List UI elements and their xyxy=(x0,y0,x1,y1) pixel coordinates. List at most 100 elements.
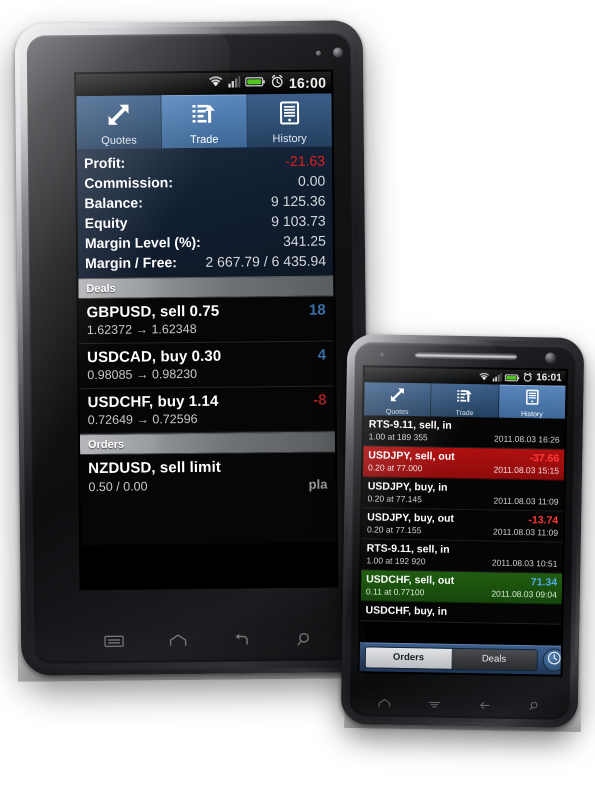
deals-section-header: Deals xyxy=(78,275,334,300)
history-time: 2011.08.03 11:09 xyxy=(493,495,559,507)
phone-tab-bar[interactable]: Quotes Trade History xyxy=(364,382,566,419)
battery-icon xyxy=(244,74,265,92)
list-item[interactable]: RTS-9.11, sell, in 1.00 at 192 920 2011.… xyxy=(361,539,563,574)
list-item[interactable]: USDJPY, sell, out -37.66 0.20 at 77.000 … xyxy=(362,446,565,481)
account-key: Balance: xyxy=(84,194,143,212)
list-item[interactable]: RTS-9.11, sell, in 1.00 at 189 355 2011.… xyxy=(363,415,565,450)
trade-list-arrow-icon xyxy=(456,387,474,410)
front-camera-icon xyxy=(315,50,321,56)
tab-history[interactable]: History xyxy=(247,93,332,148)
segment-orders[interactable]: Orders xyxy=(365,646,452,669)
tablet-nav-bar[interactable] xyxy=(82,624,337,661)
quotes-arrows-icon xyxy=(105,101,133,134)
signal-icon xyxy=(227,74,241,92)
deal-symbol: USDCAD, buy 0.30 xyxy=(87,347,222,367)
segment-deals[interactable]: Deals xyxy=(451,648,537,670)
history-time: 2011.08.03 11:09 xyxy=(492,526,559,538)
list-item[interactable]: USDJPY, buy, in 0.20 at 77.145 2011.08.0… xyxy=(362,477,564,512)
alarm-icon xyxy=(270,74,284,93)
list-item[interactable]: USDCHF, sell, out 71.34 0.11 at 0.77100 … xyxy=(360,570,563,605)
history-detail: 0.11 at 0.77100 xyxy=(365,586,425,598)
account-key: Equity xyxy=(84,214,128,232)
orders-section-label: Orders xyxy=(87,438,125,451)
tab-history[interactable]: History xyxy=(498,384,566,419)
orders-deals-segmented-control[interactable]: Orders Deals xyxy=(364,645,538,671)
history-detail: 0.20 at 77.145 xyxy=(367,493,422,505)
proximity-sensor-icon xyxy=(332,47,343,58)
account-row: Profit: -21.63 xyxy=(84,151,325,174)
search-icon[interactable] xyxy=(527,699,542,717)
tab-quotes[interactable]: Quotes xyxy=(364,382,432,417)
tab-quotes-label: Quotes xyxy=(385,408,409,417)
account-key: Margin / Free: xyxy=(85,254,177,272)
history-time: 2011.08.03 10:51 xyxy=(491,557,558,569)
history-symbol: USDCHF, buy, in xyxy=(365,604,448,618)
history-symbol: RTS-9.11, sell, in xyxy=(368,418,452,432)
order-prices: 0.50 / 0.00 xyxy=(88,479,148,495)
account-value: 9 103.73 xyxy=(271,212,326,230)
history-detail: 0.20 at 77.155 xyxy=(366,524,422,536)
phone-nav-bar[interactable] xyxy=(359,693,560,721)
back-icon[interactable] xyxy=(477,698,492,716)
phone-screen: 16:01 Quotes Trade History RTS-9.11, sel… xyxy=(359,367,566,675)
tab-trade[interactable]: Trade xyxy=(431,383,500,418)
tab-trade-label: Trade xyxy=(190,133,219,147)
home-icon[interactable] xyxy=(168,633,188,653)
account-value: 2 667.79 / 6 435.94 xyxy=(205,252,327,270)
home-icon[interactable] xyxy=(376,697,391,715)
tab-quotes-label: Quotes xyxy=(101,134,137,147)
deal-prices: 0.72649 → 0.72596 xyxy=(87,411,198,428)
menu-icon[interactable] xyxy=(427,697,442,715)
history-list: RTS-9.11, sell, in 1.00 at 189 355 2011.… xyxy=(360,415,565,625)
account-value: 341.25 xyxy=(282,232,326,250)
trade-list-arrow-icon xyxy=(190,100,218,133)
account-summary: Profit: -21.63 Commission: 0.00 Balance:… xyxy=(76,146,334,279)
tab-quotes[interactable]: Quotes xyxy=(76,95,163,150)
menu-icon[interactable] xyxy=(104,634,124,654)
tab-trade[interactable]: Trade xyxy=(161,94,248,149)
history-symbol: USDJPY, sell, out xyxy=(368,449,455,463)
deal-prices: 1.62372 → 1.62348 xyxy=(86,321,197,338)
tab-history-label: History xyxy=(272,132,307,146)
list-item[interactable]: USDCHF, buy, in xyxy=(360,601,562,625)
account-row: Balance: 9 125.36 xyxy=(84,191,325,214)
back-icon[interactable] xyxy=(231,632,251,652)
history-symbol: RTS-9.11, sell, in xyxy=(366,542,450,556)
tab-trade-label: Trade xyxy=(455,409,474,418)
history-symbol: USDJPY, buy, in xyxy=(367,480,448,494)
phone-device: 16:01 Quotes Trade History RTS-9.11, sel… xyxy=(340,333,585,729)
deal-symbol: GBPUSD, sell 0.75 xyxy=(86,302,220,322)
account-value: 9 125.36 xyxy=(270,192,326,210)
wifi-icon xyxy=(479,368,490,386)
quotes-arrows-icon xyxy=(388,386,406,409)
tablet-clock: 16:00 xyxy=(288,74,327,91)
history-time: 2011.08.03 15:15 xyxy=(493,464,560,476)
tab-history-label: History xyxy=(520,411,543,419)
history-symbol: USDCHF, sell, out xyxy=(366,573,455,587)
tablet-device: 16:00 Quotes Trade History Profit: -21.6… xyxy=(14,20,370,676)
account-row: Margin / Free: 2 667.79 / 6 435.94 xyxy=(85,251,326,274)
battery-icon xyxy=(505,368,520,386)
history-detail: 1.00 at 189 355 xyxy=(368,431,428,443)
order-status-text: pla xyxy=(308,476,328,492)
history-symbol: USDJPY, buy, out xyxy=(367,511,455,525)
tablet-status-bar: 16:00 xyxy=(76,71,332,97)
history-time: 2011.08.03 16:26 xyxy=(493,433,560,445)
account-value: -21.63 xyxy=(285,152,326,170)
history-document-icon xyxy=(275,99,303,132)
proximity-sensor-icon xyxy=(380,352,386,358)
table-row[interactable]: USDCAD, buy 0.30 4 0.98085 → 0.98230 xyxy=(78,341,335,390)
deal-profit: 18 xyxy=(308,301,326,319)
deals-section-label: Deals xyxy=(86,282,116,295)
phone-bottom-toolbar[interactable]: Orders Deals xyxy=(359,642,566,675)
clock-icon xyxy=(547,650,562,670)
table-row[interactable]: USDCHF, buy 1.14 -8 0.72649 → 0.72596 xyxy=(79,386,335,435)
search-icon[interactable] xyxy=(295,632,315,652)
table-row[interactable]: GBPUSD, sell 0.75 18 1.62372 → 1.62348 xyxy=(78,296,334,345)
tablet-tab-bar[interactable]: Quotes Trade History xyxy=(76,93,332,150)
deal-profit: -8 xyxy=(313,391,327,409)
history-detail: 1.00 at 192 920 xyxy=(366,555,426,567)
history-value: -37.66 xyxy=(529,452,560,465)
list-item[interactable]: USDJPY, buy, out -13.74 0.20 at 77.155 2… xyxy=(361,508,564,543)
table-row[interactable]: NZDUSD, sell limit 0.50 / 0.00 pla xyxy=(80,453,335,501)
